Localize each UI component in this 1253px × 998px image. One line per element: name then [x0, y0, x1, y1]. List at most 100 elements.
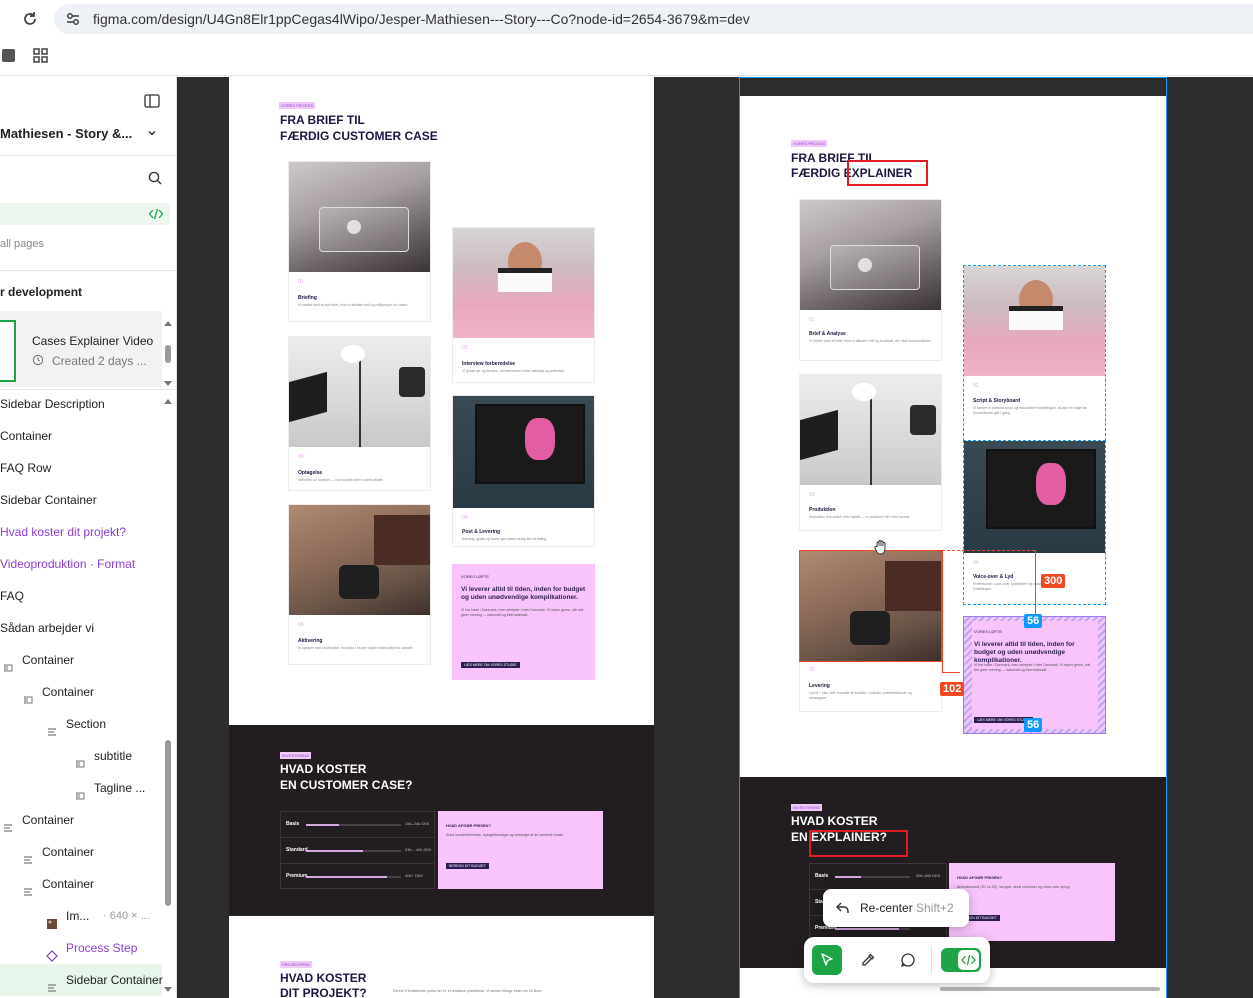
layer-row[interactable]: Tagline ...	[0, 772, 162, 804]
layer-row[interactable]: Container	[0, 836, 162, 868]
layer-row[interactable]: FAQ	[0, 580, 162, 612]
layer-row[interactable]: Container	[0, 804, 162, 836]
canvas-scrollbar[interactable]	[940, 987, 1160, 991]
measure-line-bottom	[942, 672, 960, 673]
video-ui-overlay	[830, 245, 920, 290]
customer-case-pricing-section[interactable]: INVESTERING HVAD KOSTER EN CUSTOMER CASE…	[229, 725, 654, 915]
measurement-102: 102	[940, 682, 965, 696]
file-title[interactable]: Mathiesen - Story &...	[0, 126, 132, 141]
pricing-bar-fill	[835, 928, 899, 930]
layer-row[interactable]: Hvad koster dit projekt?	[0, 516, 162, 548]
layer-row[interactable]: Container	[0, 644, 162, 676]
step-title: Voice-over & Lyd	[973, 574, 1014, 580]
layer-row[interactable]: Im... · 640 × ...	[0, 900, 162, 932]
pricing-row-label: Standard	[286, 847, 308, 853]
selected-frame-item[interactable]: Cases Explainer Video Created 2 days ...	[0, 311, 162, 387]
layer-label: Sidebar Container	[0, 493, 97, 507]
reload-icon[interactable]	[20, 9, 40, 29]
scrollbar-thumb[interactable]	[165, 345, 171, 363]
layer-row[interactable]: Sidebar Description	[0, 388, 162, 420]
pricing-row-value: 40k+ DKK	[405, 873, 424, 878]
pricing-info-box[interactable]: HVAD AFGØR PRISEN? Antal kundeinterviews…	[438, 811, 603, 889]
chevron-down-icon[interactable]	[147, 127, 157, 137]
step-number: 03	[809, 492, 815, 498]
layer-row[interactable]: subtitle	[0, 740, 162, 772]
layer-label: Sidebar Description	[0, 397, 105, 411]
scroll-up-icon[interactable]	[163, 316, 173, 326]
process-step-card[interactable]: 02 Script & Storyboard Vi skriver et præ…	[963, 265, 1106, 441]
explainer-frame[interactable]: VORES PROCES FRA BRIEF TIL FÆRDIG EXPLAI…	[740, 96, 1166, 777]
step-number: 04	[973, 560, 979, 566]
process-step-card[interactable]: 03 Optagelse Interview on location — hos…	[288, 336, 431, 491]
figma-menu-icon[interactable]	[2, 49, 15, 62]
scroll-down-icon[interactable]	[163, 377, 173, 386]
pricing-row: Premium 40k+ DKK	[281, 864, 434, 890]
step-description: Vi starter med et kort brief, hvor vi af…	[298, 303, 409, 307]
layer-row[interactable]: Videoproduktion · Format	[0, 548, 162, 580]
promise-box[interactable]: VORES LØFTE Vi leverer altid til tiden, …	[452, 564, 595, 680]
pricing-box-description: Animationsstil (2D vs 3D), længde, antal…	[957, 885, 1071, 889]
stack-layer-icon	[22, 878, 34, 896]
recenter-tooltip[interactable]: Re-center Shift+2	[823, 889, 969, 927]
layers-scroll-down-icon[interactable]	[163, 983, 173, 992]
layer-row[interactable]: Container	[0, 676, 162, 708]
customer-case-frame[interactable]: VORES PROCES FRA BRIEF TIL FÆRDIG CUSTOM…	[229, 77, 654, 725]
pricing-box-description: Antal kundeinterviews, optagelsesdage og…	[446, 833, 565, 837]
design-canvas[interactable]: VORES PROCES FRA BRIEF TIL FÆRDIG CUSTOM…	[177, 77, 1253, 998]
process-step-card[interactable]: 02 Interview forberedelse Vi guider jer …	[452, 227, 595, 383]
all-pages-link[interactable]: all pages	[0, 238, 44, 250]
site-settings-icon[interactable]	[64, 10, 82, 28]
layer-row[interactable]: Container	[0, 420, 162, 452]
layer-row[interactable]: Sidebar Container	[0, 964, 163, 996]
light-stand	[870, 395, 872, 485]
pricing-box-cta[interactable]: BEREGN DIT BUDGET	[446, 863, 489, 869]
project-price-frame[interactable]: PROJEKTPRIS HVAD KOSTER DIT PROJEKT? Den…	[229, 916, 654, 998]
stack-layer-icon	[46, 974, 58, 992]
move-tool-button[interactable]	[812, 945, 842, 975]
process-step-card[interactable]: 01 Brief & Analyse Vi starter med et bri…	[799, 199, 942, 361]
promise-box-padding[interactable]: VORES LØFTE Vi leverer altid til tiden, …	[963, 616, 1106, 734]
measurement-300: 300	[1041, 574, 1066, 588]
process-step-card[interactable]: 04 Post & Levering Klipning, grafik og f…	[452, 395, 595, 547]
step-description: Animation, live-action eller hybrid — vi…	[809, 515, 910, 519]
dev-mode-toggle-knob	[958, 950, 979, 970]
grid-view-icon[interactable]	[33, 48, 48, 63]
history-icon	[32, 354, 44, 366]
process-step-card[interactable]: 01 Briefing Vi starter med et kort brief…	[288, 161, 431, 322]
layer-row[interactable]: Section	[0, 708, 162, 740]
layers-scroll-up-icon[interactable]	[163, 394, 173, 404]
layer-row[interactable]: Process Step	[0, 932, 162, 964]
process-step-card[interactable]: 05 Aktivering Vi hjælper med distributio…	[288, 504, 431, 665]
eyedropper-tool-button[interactable]	[853, 945, 883, 975]
sidebar-toggle-icon[interactable]	[144, 94, 160, 108]
step-number: 01	[298, 279, 304, 285]
search-icon[interactable]	[148, 171, 162, 185]
dev-mode-filter[interactable]	[0, 203, 170, 225]
layers-scrollbar-thumb[interactable]	[165, 740, 171, 906]
promise-cta-button[interactable]: LÆS MERE OM VORES STUDIE	[461, 662, 520, 668]
section-title-line2: FÆRDIG CUSTOMER CASE	[280, 129, 438, 143]
pricing-bar-fill	[306, 824, 340, 826]
process-step-card[interactable]: 05 Levering Lyd til + klar i alle format…	[799, 550, 942, 712]
dev-mode-toggle[interactable]	[941, 948, 981, 972]
process-step-card[interactable]: 03 Produktion Animation, live-action ell…	[799, 374, 942, 531]
figma-top-toolbar	[0, 38, 1253, 76]
pricing-info-box[interactable]: HVAD AFGØR PRISEN? Animationsstil (2D vs…	[949, 863, 1115, 941]
layer-row[interactable]: FAQ Row	[0, 452, 162, 484]
clapperboard	[498, 268, 552, 292]
step-description: Klipning, grafik og farver gør casen ska…	[462, 537, 548, 541]
layer-row[interactable]: Sådan arbejder vi	[0, 612, 162, 644]
recenter-shortcut: Shift+2	[916, 901, 954, 915]
code-icon[interactable]	[148, 207, 164, 221]
layer-meta: · 640 × ...	[103, 910, 150, 922]
layer-row[interactable]: Container	[0, 868, 162, 900]
promise-description: Vi har base i Danmark, men arbejder i he…	[461, 608, 584, 617]
pricing-tag: INVESTERING	[791, 804, 823, 811]
step-title: Interview forberedelse	[462, 361, 516, 367]
comment-tool-button[interactable]	[893, 945, 923, 975]
monitor-editing-photo	[964, 441, 1105, 553]
step-description: Interview on location — hos kunden eller…	[298, 478, 384, 482]
layer-row[interactable]: Sidebar Container	[0, 484, 162, 516]
camera-body	[850, 611, 890, 645]
layer-label: Container	[22, 653, 75, 667]
